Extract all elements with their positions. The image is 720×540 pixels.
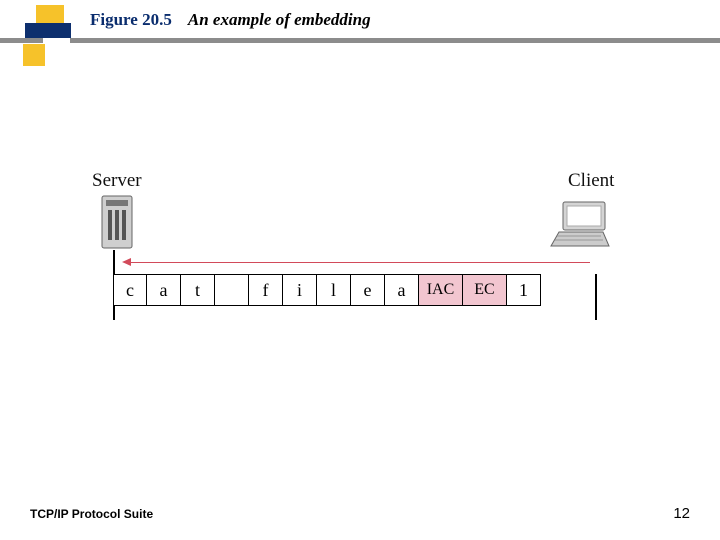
strip-cell — [215, 274, 249, 306]
embedding-diagram: Server Client c a t f i l e a IAC EC 1 — [60, 170, 660, 350]
page-number: 12 — [673, 505, 690, 522]
server-icon — [96, 194, 140, 252]
strip-cell: t — [181, 274, 215, 306]
server-label: Server — [92, 170, 142, 192]
footer-source: TCP/IP Protocol Suite — [30, 507, 153, 521]
slide-footer: TCP/IP Protocol Suite 12 — [30, 505, 690, 522]
strip-cell: e — [351, 274, 385, 306]
byte-strip: c a t f i l e a IAC EC 1 — [113, 274, 541, 306]
client-tick — [595, 274, 597, 320]
strip-cell: a — [385, 274, 419, 306]
figure-number: Figure 20.5 — [90, 10, 172, 29]
client-label: Client — [568, 170, 614, 192]
strip-cell: i — [283, 274, 317, 306]
strip-cell: c — [113, 274, 147, 306]
title-underline — [0, 38, 720, 43]
strip-cell-ec: EC — [463, 274, 507, 306]
laptop-icon — [545, 198, 615, 254]
strip-cell: 1 — [507, 274, 541, 306]
strip-cell: l — [317, 274, 351, 306]
figure-caption: An example of embedding — [188, 10, 371, 29]
strip-cell-iac: IAC — [419, 274, 463, 306]
strip-cell: a — [147, 274, 181, 306]
strip-cell: f — [249, 274, 283, 306]
direction-arrow — [130, 262, 590, 263]
slide-title: Figure 20.5 An example of embedding — [90, 10, 690, 30]
